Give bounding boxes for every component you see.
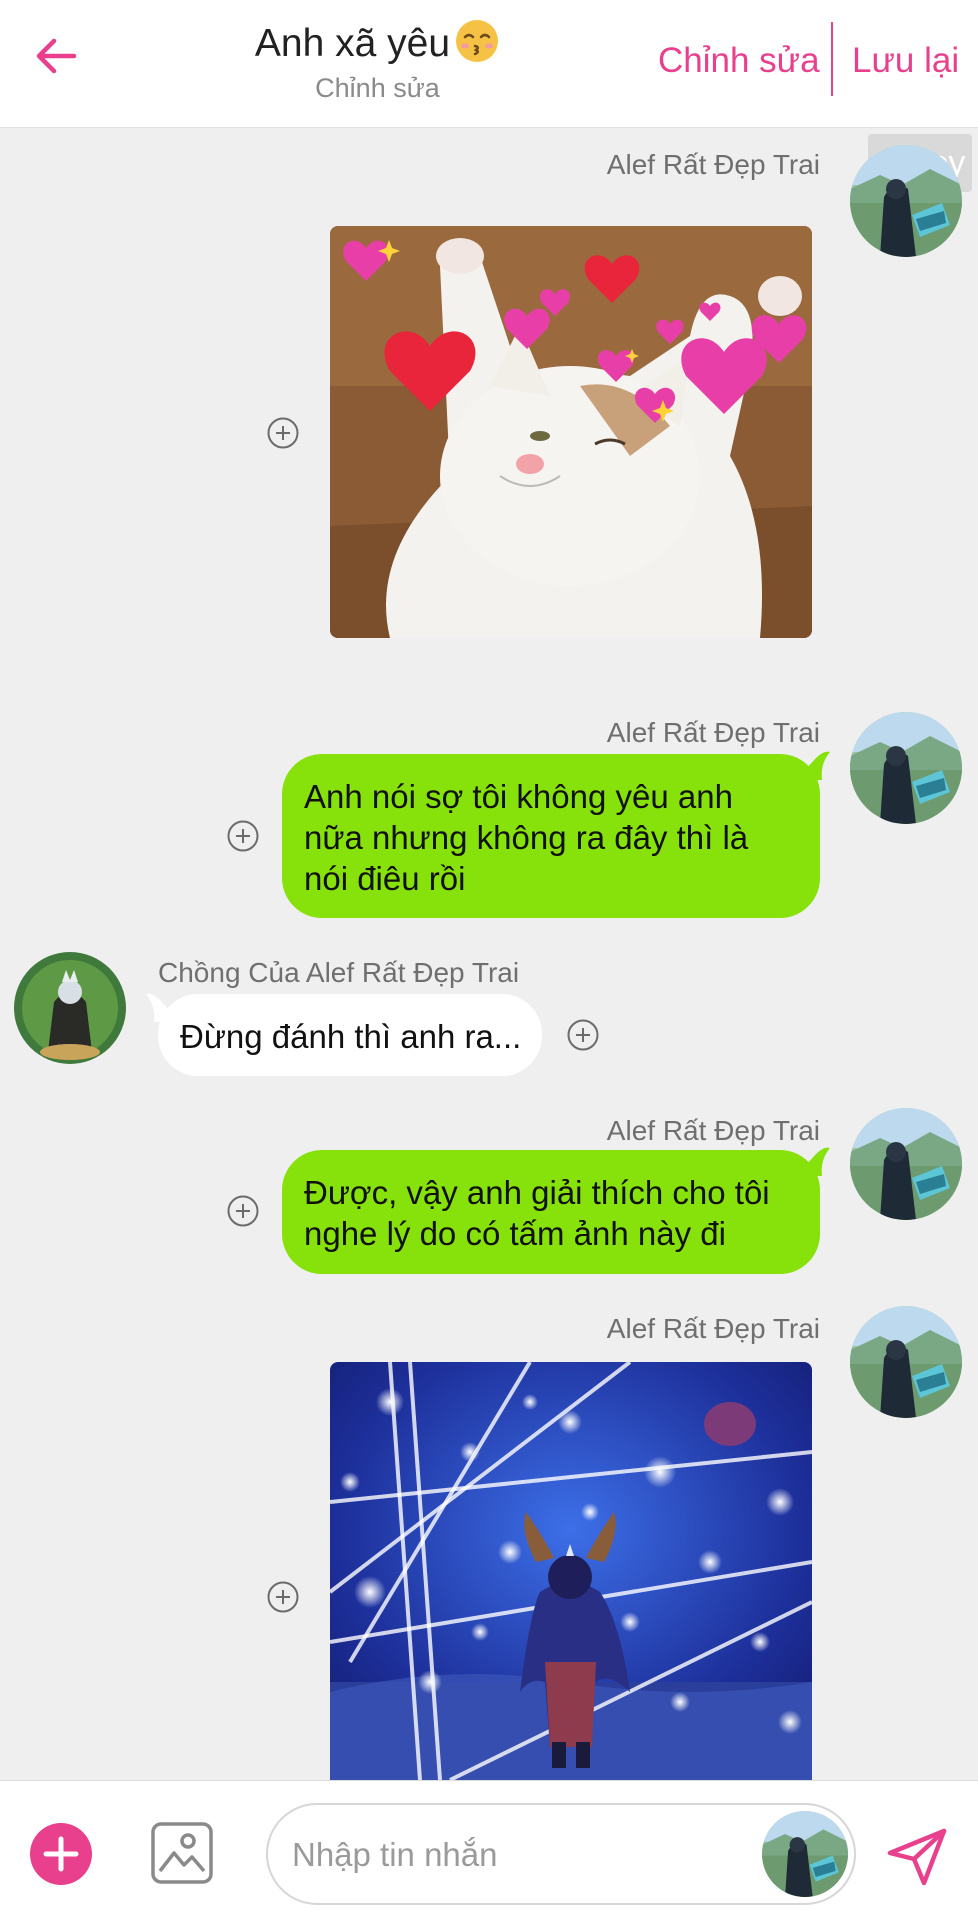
- gallery-button[interactable]: [150, 1821, 214, 1885]
- chat-title-block: Anh xã yêu Chỉnh sửa: [200, 18, 555, 104]
- image-icon: [151, 1822, 213, 1884]
- message-line: Đừng đánh thì anh ra...: [180, 1018, 522, 1055]
- avatar[interactable]: [850, 1306, 962, 1418]
- cat-with-hearts-image: [330, 226, 812, 638]
- message-bubble[interactable]: Anh nói sợ tôi không yêu anh nữa nhưng k…: [282, 754, 820, 918]
- message-bubble[interactable]: Đừng đánh thì anh ra...: [158, 994, 542, 1076]
- add-reaction-icon[interactable]: [566, 1018, 600, 1052]
- save-button[interactable]: Lưu lại: [852, 38, 959, 84]
- chat-header: Anh xã yêu Chỉnh sửa Chỉnh sửa Lưu lại: [0, 0, 978, 128]
- message-line: nghe lý do có tấm ảnh này đi: [304, 1215, 726, 1252]
- plus-icon: [43, 1836, 79, 1872]
- game-character-night-lights-image: [330, 1362, 812, 1780]
- avatar[interactable]: [850, 145, 962, 257]
- message-sender: Alef Rất Đẹp Trai: [606, 149, 820, 180]
- edit-button[interactable]: Chỉnh sửa: [658, 38, 820, 84]
- image-message-game[interactable]: [330, 1362, 812, 1780]
- back-button[interactable]: [28, 28, 84, 84]
- kissing-face-icon: [456, 20, 499, 62]
- chat-subtitle: Chỉnh sửa: [315, 73, 440, 103]
- arrow-left-icon: [36, 38, 77, 74]
- message-input-box[interactable]: [266, 1803, 856, 1905]
- message-bubble[interactable]: Được, vậy anh giải thích cho tôi nghe lý…: [282, 1150, 820, 1274]
- avatar[interactable]: [850, 712, 962, 824]
- message-line: Anh nói sợ tôi không yêu anh: [304, 778, 733, 815]
- message-line: nói điêu rồi: [304, 860, 466, 897]
- avatar[interactable]: [850, 1108, 962, 1220]
- add-reaction-icon[interactable]: [266, 1580, 300, 1614]
- message-sender: Chồng Của Alef Rất Đẹp Trai: [158, 957, 520, 988]
- message-input[interactable]: [292, 1829, 762, 1881]
- add-reaction-icon[interactable]: [226, 819, 260, 853]
- sender-avatar-toggle[interactable]: [762, 1811, 848, 1897]
- add-reaction-icon[interactable]: [266, 416, 300, 450]
- chat-title: Anh xã yêu: [200, 18, 555, 68]
- chat-title-text: Anh xã yêu: [254, 22, 451, 65]
- add-attachment-button[interactable]: [30, 1823, 92, 1885]
- message-line: Được, vậy anh giải thích cho tôi: [304, 1174, 770, 1211]
- composer-bar: [0, 1780, 978, 1920]
- send-icon: [887, 1828, 947, 1886]
- message-sender: Alef Rất Đẹp Trai: [606, 1313, 820, 1344]
- message-line: nữa nhưng không ra đây thì là: [304, 819, 749, 856]
- message-sender: Alef Rất Đẹp Trai: [606, 1115, 820, 1146]
- add-reaction-icon[interactable]: [226, 1194, 260, 1228]
- send-button[interactable]: [884, 1823, 950, 1889]
- image-message-cat[interactable]: [330, 226, 812, 638]
- message-sender: Alef Rất Đẹp Trai: [606, 717, 820, 748]
- header-divider: [831, 22, 833, 96]
- avatar[interactable]: [14, 952, 126, 1064]
